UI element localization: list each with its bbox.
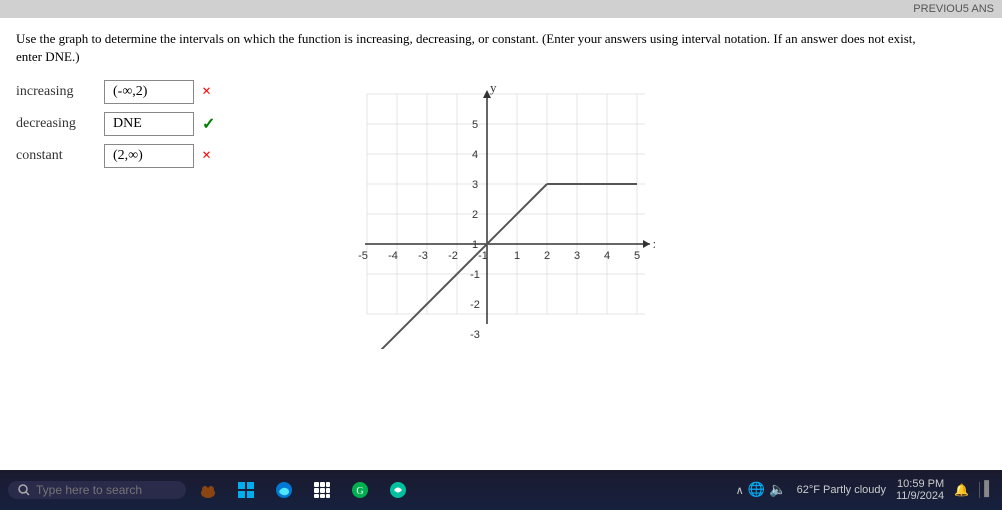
increasing-row: increasing (-∞,2) × — [16, 80, 215, 104]
taskbar-icon-app1[interactable]: G — [344, 474, 376, 506]
chevron-up-icon[interactable]: ∧ — [736, 484, 744, 497]
datetime-display[interactable]: 10:59 PM 11/9/2024 — [896, 478, 944, 502]
svg-text:-3: -3 — [471, 329, 481, 341]
taskbar: G ∧ 🌐 🔈 62°F Partly cloudy 10:59 PM 11/9… — [0, 470, 1002, 510]
decreasing-row: decreasing DNE ✓ — [16, 112, 215, 136]
svg-text:4: 4 — [472, 149, 478, 161]
svg-text:1: 1 — [514, 250, 520, 262]
constant-label: constant — [16, 148, 96, 164]
constant-row: constant (2,∞) × — [16, 144, 215, 168]
notification-icon[interactable]: 🔔 — [954, 483, 969, 498]
weather-info: 62°F Partly cloudy — [797, 482, 886, 498]
volume-icon[interactable]: 🔈 — [769, 482, 786, 499]
search-input[interactable] — [36, 483, 176, 497]
taskbar-icon-edge[interactable] — [268, 474, 300, 506]
graph-area: x y -5 -4 -3 -2 -1 1 2 3 4 5 5 4 3 — [335, 84, 655, 344]
taskbar-icon-animal[interactable] — [192, 474, 224, 506]
taskbar-icon-app2[interactable] — [382, 474, 414, 506]
svg-text:-2: -2 — [449, 250, 459, 262]
svg-text:-1: -1 — [471, 269, 481, 281]
svg-text:-3: -3 — [419, 250, 429, 262]
svg-text:4: 4 — [604, 250, 610, 262]
taskbar-left: G — [8, 474, 414, 506]
svg-text:-2: -2 — [471, 299, 481, 311]
sys-icons: ∧ 🌐 🔈 — [736, 482, 787, 499]
show-desktop-icon[interactable]: ▌ — [979, 482, 994, 498]
decreasing-status: ✓ — [202, 114, 215, 134]
increasing-input[interactable]: (-∞,2) — [104, 80, 194, 104]
instruction-text: Use the graph to determine the intervals… — [16, 30, 916, 66]
svg-text:5: 5 — [634, 250, 640, 262]
top-bar: PREVIOU5 ANS — [0, 0, 1002, 18]
search-icon — [18, 484, 30, 496]
search-bar[interactable] — [8, 481, 186, 499]
svg-text:3: 3 — [472, 179, 478, 191]
increasing-status: × — [202, 83, 211, 101]
taskbar-icon-grid[interactable] — [306, 474, 338, 506]
svg-text:1: 1 — [472, 239, 478, 251]
constant-input[interactable]: (2,∞) — [104, 144, 194, 168]
increasing-label: increasing — [16, 84, 96, 100]
svg-text:-4: -4 — [389, 250, 399, 262]
time-display: 10:59 PM — [896, 478, 944, 490]
svg-text:-5: -5 — [359, 250, 369, 262]
date-display: 11/9/2024 — [896, 490, 944, 502]
main-content: Use the graph to determine the intervals… — [0, 18, 1002, 344]
svg-text:2: 2 — [472, 209, 478, 221]
graph-svg: x y -5 -4 -3 -2 -1 1 2 3 4 5 5 4 3 — [335, 84, 655, 349]
svg-text:x: x — [653, 236, 655, 251]
decreasing-label: decreasing — [16, 116, 96, 132]
network-icon[interactable]: 🌐 — [748, 482, 765, 499]
svg-text:3: 3 — [574, 250, 580, 262]
svg-text:y: y — [490, 84, 497, 95]
svg-text:5: 5 — [472, 119, 478, 131]
constant-status: × — [202, 147, 211, 165]
taskbar-right: ∧ 🌐 🔈 62°F Partly cloudy 10:59 PM 11/9/2… — [736, 478, 994, 502]
taskbar-icon-windows[interactable] — [230, 474, 262, 506]
svg-text:2: 2 — [544, 250, 550, 262]
svg-text:G: G — [356, 486, 363, 497]
decreasing-input[interactable]: DNE — [104, 112, 194, 136]
answers-section: increasing (-∞,2) × decreasing DNE ✓ con… — [16, 80, 215, 168]
